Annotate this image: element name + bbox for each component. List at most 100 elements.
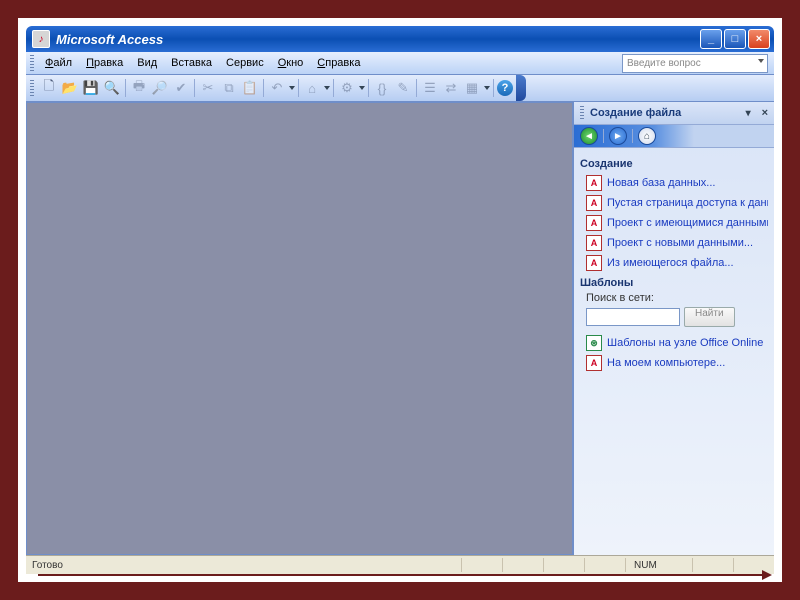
chevron-down-icon <box>758 59 764 63</box>
status-cell <box>461 558 502 572</box>
properties-icon[interactable]: ☰ <box>420 78 440 98</box>
toolbar-separator <box>125 79 126 97</box>
status-num: NUM <box>625 558 692 572</box>
toolbar: 🗋 📂 💾 🔍 🖶 🔎 ✔ ✂ ⧉ 📋 ↶ ⌂ ⚙ {} ✎ ☰ <box>26 75 774 102</box>
nav-home-icon[interactable]: ⌂ <box>638 127 656 145</box>
menu-file-label: айл <box>53 57 72 69</box>
menu-edit-label: равка <box>94 57 123 69</box>
link-project-existing-data[interactable]: A Проект с имеющимися данными... <box>580 213 768 233</box>
task-pane-grip[interactable] <box>580 106 584 120</box>
link-templates-online-label: Шаблоны на узле Office Online <box>607 337 763 349</box>
menu-view-label: Вид <box>137 57 157 69</box>
analyze-icon[interactable]: ⚙ <box>337 78 357 98</box>
section-templates-title: Шаблоны <box>580 277 768 289</box>
menu-view[interactable]: Вид <box>130 55 164 71</box>
menu-window-label: кно <box>286 57 303 69</box>
analyze-dropdown[interactable] <box>358 78 365 98</box>
menu-file[interactable]: Файл <box>38 55 79 71</box>
titlebar: ♪ Microsoft Access _ □ × <box>26 26 774 52</box>
menu-tools[interactable]: Сервис <box>219 55 271 71</box>
relationships-icon[interactable]: ⇄ <box>441 78 461 98</box>
search-online-label: Поиск в сети: <box>580 292 768 304</box>
link-new-database[interactable]: A Новая база данных... <box>580 173 768 193</box>
toolbar-separator <box>493 79 494 97</box>
menu-tools-label: Сервис <box>226 57 264 69</box>
nav-back-icon[interactable]: ◄ <box>580 127 598 145</box>
link-templates-local-label: На моем компьютере... <box>607 357 725 369</box>
status-ready: Готово <box>26 558 71 572</box>
print-preview-icon[interactable]: 🔎 <box>150 78 170 98</box>
workspace-area <box>26 102 573 555</box>
task-pane-menu-icon[interactable]: ▾ <box>746 108 756 119</box>
office-links-dropdown[interactable] <box>323 78 330 98</box>
menu-insert-label: Вставка <box>171 57 212 69</box>
search-online-input[interactable] <box>586 308 680 326</box>
link-templates-local[interactable]: A На моем компьютере... <box>580 353 768 373</box>
toolbar-overflow[interactable] <box>516 75 526 101</box>
minimize-button[interactable]: _ <box>700 29 722 49</box>
access-file-icon: A <box>586 355 602 371</box>
toolbar-separator <box>368 79 369 97</box>
nav-forward-icon[interactable]: ► <box>609 127 627 145</box>
menu-window[interactable]: Окно <box>271 55 311 71</box>
task-pane-header: Создание файла ▾ × <box>574 102 774 125</box>
task-pane: Создание файла ▾ × ◄ ► ⌂ Создание A <box>573 102 774 555</box>
cut-icon[interactable]: ✂ <box>198 78 218 98</box>
search-file-icon[interactable]: 🔍 <box>102 78 122 98</box>
menu-edit[interactable]: Правка <box>79 55 130 71</box>
task-pane-nav: ◄ ► ⌂ <box>574 125 774 148</box>
toolbar-separator <box>333 79 334 97</box>
app-title: Microsoft Access <box>56 32 700 47</box>
toolbar-grip[interactable] <box>30 80 34 96</box>
task-pane-close-icon[interactable]: × <box>762 107 768 119</box>
access-file-icon: A <box>586 215 602 231</box>
new-object-icon[interactable]: ▦ <box>462 78 482 98</box>
status-cell <box>692 558 733 572</box>
link-project-new-data[interactable]: A Проект с новыми данными... <box>580 233 768 253</box>
access-file-icon: A <box>586 255 602 271</box>
paste-icon[interactable]: 📋 <box>240 78 260 98</box>
menu-insert[interactable]: Вставка <box>164 55 219 71</box>
decorative-arrow-head <box>762 570 772 580</box>
code-icon[interactable]: {} <box>372 78 392 98</box>
menubar: Файл Правка Вид Вставка Сервис Окно Спра… <box>26 52 774 75</box>
link-project-new-label: Проект с новыми данными... <box>607 237 753 249</box>
menu-help-label: правка <box>325 57 360 69</box>
help-icon[interactable]: ? <box>497 80 513 96</box>
nav-separator <box>603 129 604 143</box>
help-question-box[interactable]: Введите вопрос <box>622 54 768 73</box>
link-blank-data-page-label: Пустая страница доступа к данным <box>607 197 768 209</box>
link-new-database-label: Новая база данных... <box>607 177 715 189</box>
link-from-existing-file[interactable]: A Из имеющегося файла... <box>580 253 768 273</box>
close-button[interactable]: × <box>748 29 770 49</box>
toolbar-separator <box>263 79 264 97</box>
menubar-grip[interactable] <box>30 55 34 71</box>
script-icon[interactable]: ✎ <box>393 78 413 98</box>
toolbar-separator <box>194 79 195 97</box>
search-button-label: Найти <box>695 308 724 319</box>
toolbar-separator <box>298 79 299 97</box>
link-templates-online[interactable]: ⊛ Шаблоны на узле Office Online <box>580 333 768 353</box>
app-icon: ♪ <box>32 30 50 48</box>
toolbar-separator <box>416 79 417 97</box>
help-question-placeholder: Введите вопрос <box>627 58 701 69</box>
nav-separator <box>632 129 633 143</box>
save-icon[interactable]: 💾 <box>81 78 101 98</box>
access-file-icon: A <box>586 235 602 251</box>
new-icon[interactable]: 🗋 <box>39 78 59 98</box>
web-icon: ⊛ <box>586 335 602 351</box>
print-icon[interactable]: 🖶 <box>129 78 149 98</box>
maximize-button[interactable]: □ <box>724 29 746 49</box>
spelling-icon[interactable]: ✔ <box>171 78 191 98</box>
open-icon[interactable]: 📂 <box>60 78 80 98</box>
undo-dropdown[interactable] <box>288 78 295 98</box>
new-object-dropdown[interactable] <box>483 78 490 98</box>
office-links-icon[interactable]: ⌂ <box>302 78 322 98</box>
link-project-existing-label: Проект с имеющимися данными... <box>607 217 768 229</box>
undo-icon[interactable]: ↶ <box>267 78 287 98</box>
link-blank-data-page[interactable]: A Пустая страница доступа к данным <box>580 193 768 213</box>
copy-icon[interactable]: ⧉ <box>219 78 239 98</box>
status-cell <box>502 558 543 572</box>
menu-help[interactable]: Справка <box>310 55 367 71</box>
search-online-button[interactable]: Найти <box>684 307 735 327</box>
